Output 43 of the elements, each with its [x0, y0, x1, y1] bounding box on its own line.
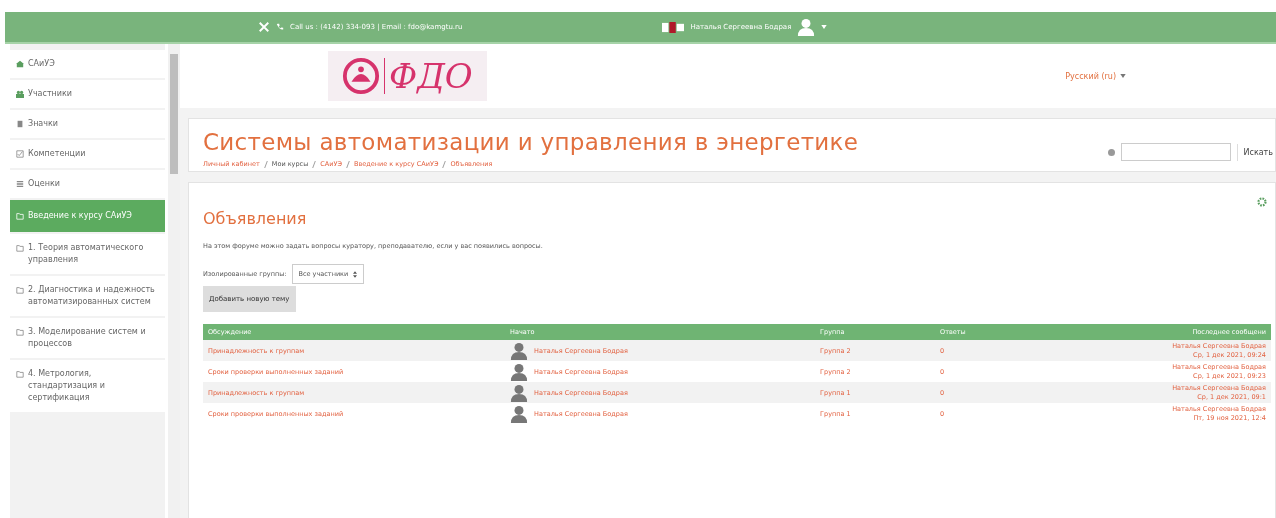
avatar-icon [510, 341, 529, 360]
phone-icon [276, 23, 284, 31]
list-icon [16, 180, 24, 188]
scrollbar-thumb[interactable] [170, 54, 178, 174]
search-button[interactable]: Искать [1236, 143, 1275, 161]
slash-icon [312, 160, 317, 168]
sidebar-item[interactable]: 3. Моделирование систем и процессов [10, 318, 165, 358]
sidebar-item[interactable]: 2. Диагностика и надежность автоматизированных систем [10, 276, 165, 316]
folder-icon [16, 244, 24, 252]
sidebar-item[interactable]: Участники [10, 80, 165, 108]
people-icon [16, 90, 24, 98]
course-title: Системы автоматизации и управления в энергетике [203, 129, 859, 155]
flag-icon[interactable] [662, 21, 685, 33]
slash-icon [346, 160, 350, 168]
sidebar-item[interactable]: Введение к курсу САиУЭ [10, 200, 165, 232]
folder-icon [16, 370, 24, 378]
caret-icon[interactable] [821, 25, 828, 29]
avatar-icon[interactable] [797, 18, 816, 36]
avatar-icon [510, 383, 529, 402]
sidebar-item[interactable]: САиУЭ [10, 50, 165, 78]
sidebar-item[interactable]: Компетенции [10, 140, 165, 168]
settings-icon[interactable] [1257, 197, 1267, 207]
forum-title: Объявления [203, 209, 307, 228]
language-menu[interactable]: Русский (ru) [1065, 71, 1116, 81]
folder-icon [16, 212, 24, 220]
folder-icon [16, 328, 24, 336]
avatar-icon [510, 404, 529, 423]
sidebar-item[interactable]: Значки [10, 110, 165, 138]
slash-icon [442, 160, 447, 168]
help-icon[interactable] [1107, 148, 1115, 156]
home-icon [16, 60, 24, 68]
sidebar-item[interactable]: Оценки [10, 170, 165, 198]
slash-icon [263, 160, 268, 168]
checkbox-icon [16, 150, 24, 158]
search-field[interactable] [1120, 143, 1231, 161]
sidebar-item[interactable]: 1. Теория автоматического управления [10, 234, 165, 274]
close-icon[interactable] [258, 21, 270, 33]
caret-icon[interactable] [1120, 74, 1126, 78]
avatar-icon [510, 362, 529, 381]
sidebar-item[interactable]: 4. Метрология, стандартизация и сертификация [10, 360, 165, 412]
logo: ФДО [328, 51, 487, 101]
folder-icon [16, 286, 24, 294]
updown-icon [353, 270, 358, 278]
